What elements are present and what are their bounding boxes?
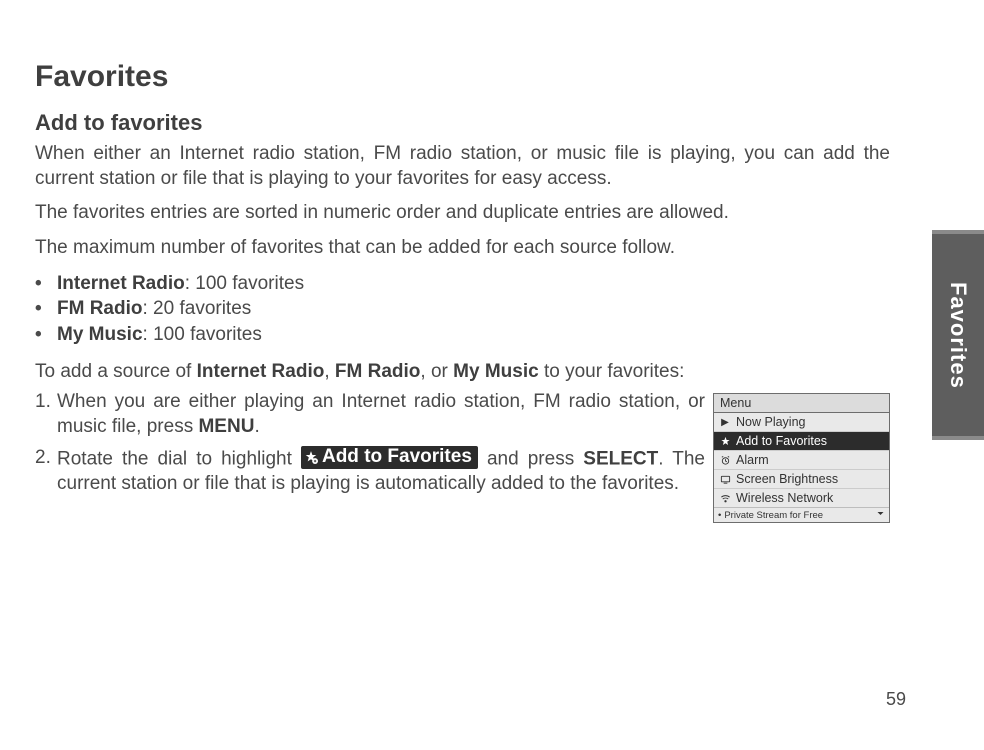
menu-item-add-to-favorites[interactable]: Add to Favorites bbox=[714, 432, 889, 451]
menu-footer: • Private Stream for Free bbox=[714, 507, 889, 522]
menu-item-wireless-network[interactable]: Wireless Network bbox=[714, 489, 889, 507]
menu-item-label: Now Playing bbox=[736, 415, 805, 429]
list-item-label: FM Radio bbox=[57, 298, 143, 319]
menu-footer-text: Private Stream for Free bbox=[724, 510, 823, 521]
menu-header: Menu bbox=[714, 394, 889, 413]
paragraph-1: When either an Internet radio station, F… bbox=[35, 142, 890, 191]
text: , bbox=[324, 361, 335, 382]
menu-item-label: Add to Favorites bbox=[736, 434, 827, 448]
star-add-icon bbox=[718, 436, 732, 447]
list-item: FM Radio: 20 favorites bbox=[35, 296, 890, 322]
wireless-icon bbox=[718, 493, 732, 504]
text: . bbox=[254, 416, 259, 437]
steps-list: When you are either playing an Internet … bbox=[35, 390, 705, 496]
add-to-favorites-badge: Add to Favorites bbox=[301, 446, 478, 469]
paragraph-2: The favorites entries are sorted in nume… bbox=[35, 201, 890, 226]
page-number: 59 bbox=[886, 689, 906, 710]
bold-text: SELECT bbox=[583, 448, 658, 469]
list-item-value: : 20 favorites bbox=[143, 298, 252, 319]
page-container: Favorites Add to favorites When either a… bbox=[0, 0, 984, 750]
step-2: Rotate the dial to highlight Add to Favo… bbox=[35, 446, 705, 497]
play-icon: ▶ bbox=[718, 417, 732, 428]
menu-item-label: Alarm bbox=[736, 453, 769, 467]
star-add-icon bbox=[304, 450, 318, 464]
text: to your favorites: bbox=[539, 361, 685, 382]
badge-text: Add to Favorites bbox=[322, 447, 472, 468]
brightness-icon bbox=[718, 474, 732, 485]
bold-text: MENU bbox=[198, 416, 254, 437]
limits-list: Internet Radio: 100 favorites FM Radio: … bbox=[35, 271, 890, 348]
list-item: My Music: 100 favorites bbox=[35, 322, 890, 348]
bold-text: FM Radio bbox=[335, 361, 421, 382]
section-title: Add to favorites bbox=[35, 110, 890, 136]
page-title: Favorites bbox=[35, 60, 890, 94]
list-item-value: : 100 favorites bbox=[185, 273, 304, 294]
text: When you are either playing an Internet … bbox=[57, 391, 705, 437]
alarm-icon bbox=[718, 455, 732, 466]
bold-text: Internet Radio bbox=[197, 361, 325, 382]
menu-item-label: Wireless Network bbox=[736, 491, 833, 505]
menu-item-now-playing[interactable]: ▶ Now Playing bbox=[714, 413, 889, 432]
list-item: Internet Radio: 100 favorites bbox=[35, 271, 890, 297]
text: To add a source of bbox=[35, 361, 197, 382]
text: , or bbox=[420, 361, 453, 382]
dot-icon: • bbox=[718, 510, 721, 521]
list-item-value: : 100 favorites bbox=[143, 324, 262, 345]
menu-item-alarm[interactable]: Alarm bbox=[714, 451, 889, 470]
chevron-down-icon[interactable] bbox=[876, 509, 885, 521]
menu-column: Menu ▶ Now Playing Add to Favorites bbox=[713, 393, 890, 523]
text: Rotate the dial to highlight bbox=[57, 448, 301, 469]
menu-item-label: Screen Brightness bbox=[736, 472, 838, 486]
step-1: When you are either playing an Internet … bbox=[35, 390, 705, 439]
steps-and-menu: When you are either playing an Internet … bbox=[35, 390, 890, 523]
paragraph-3: The maximum number of favorites that can… bbox=[35, 236, 890, 261]
device-menu: Menu ▶ Now Playing Add to Favorites bbox=[713, 393, 890, 523]
instructions-lead: To add a source of Internet Radio, FM Ra… bbox=[35, 360, 890, 385]
steps-column: When you are either playing an Internet … bbox=[35, 390, 705, 502]
bold-text: My Music bbox=[453, 361, 539, 382]
text: and press bbox=[478, 448, 583, 469]
list-item-label: Internet Radio bbox=[57, 273, 185, 294]
menu-item-screen-brightness[interactable]: Screen Brightness bbox=[714, 470, 889, 489]
list-item-label: My Music bbox=[57, 324, 143, 345]
content-area: Favorites Add to favorites When either a… bbox=[35, 60, 890, 523]
